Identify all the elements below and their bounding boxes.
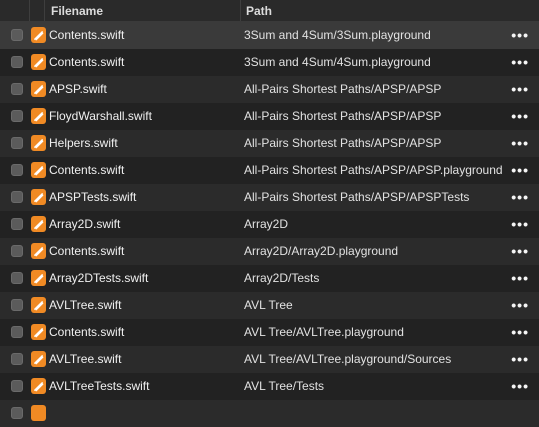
table-row[interactable]: Helpers.swift All-Pairs Shortest Paths/AP…	[0, 130, 539, 157]
row-checkbox[interactable]	[11, 56, 23, 68]
filename-cell: Contents.swift	[49, 325, 125, 339]
path-cell: Array2D/Tests	[244, 271, 320, 285]
table-row[interactable]: APSP.swift All-Pairs Shortest Paths/APSP/…	[0, 76, 539, 103]
table-header: Filename Path	[0, 0, 539, 22]
row-checkbox[interactable]	[11, 407, 23, 419]
table-row[interactable]: Contents.swift All-Pairs Shortest Paths/A…	[0, 157, 539, 184]
row-checkbox[interactable]	[11, 137, 23, 149]
table-row[interactable]: Contents.swift AVL Tree/AVLTree.playgroun…	[0, 319, 539, 346]
row-checkbox[interactable]	[11, 83, 23, 95]
table-row[interactable]: Contents.swift Array2D/Array2D.playground…	[0, 238, 539, 265]
row-checkbox[interactable]	[11, 299, 23, 311]
path-cell: 3Sum and 4Sum/3Sum.playground	[244, 28, 431, 42]
table-row[interactable]: AVLTreeTests.swift AVL Tree/Tests •••	[0, 373, 539, 400]
filename-cell: FloydWarshall.swift	[49, 109, 152, 123]
row-checkbox[interactable]	[11, 245, 23, 257]
more-options-icon[interactable]: •••	[511, 211, 529, 238]
more-options-icon[interactable]: •••	[511, 373, 529, 400]
column-header-path[interactable]: Path	[246, 4, 272, 18]
column-divider[interactable]	[29, 0, 30, 21]
table-row[interactable]: Array2D.swift Array2D •••	[0, 211, 539, 238]
row-checkbox[interactable]	[11, 326, 23, 338]
swift-file-icon	[31, 378, 46, 394]
row-checkbox[interactable]	[11, 191, 23, 203]
more-options-icon[interactable]: •••	[511, 184, 529, 211]
filename-cell: APSP.swift	[49, 82, 107, 96]
filename-cell: Array2DTests.swift	[49, 271, 149, 285]
filename-cell: AVLTree.swift	[49, 352, 122, 366]
table-row[interactable]: Contents.swift 3Sum and 4Sum/3Sum.playgro…	[0, 22, 539, 49]
more-options-icon[interactable]: •••	[511, 319, 529, 346]
filename-cell: APSPTests.swift	[49, 190, 137, 204]
more-options-icon[interactable]: •••	[511, 346, 529, 373]
path-cell: AVL Tree/Tests	[244, 379, 325, 393]
filename-cell: Contents.swift	[49, 55, 125, 69]
table-row[interactable]: Array2DTests.swift Array2D/Tests •••	[0, 265, 539, 292]
path-cell: AVL Tree	[244, 298, 293, 312]
swift-file-icon	[31, 324, 46, 340]
table-row[interactable]: APSPTests.swift All-Pairs Shortest Paths/…	[0, 184, 539, 211]
swift-file-icon	[31, 405, 46, 421]
filename-cell: AVLTree.swift	[49, 298, 122, 312]
more-options-icon[interactable]: •••	[511, 130, 529, 157]
path-cell: AVL Tree/AVLTree.playground	[244, 325, 404, 339]
swift-file-icon	[31, 270, 46, 286]
filename-cell: AVLTreeTests.swift	[49, 379, 150, 393]
table-row[interactable]: FloydWarshall.swift All-Pairs Shortest Pa…	[0, 103, 539, 130]
filename-cell: Contents.swift	[49, 163, 125, 177]
table-row[interactable]: AVLTree.swift AVL Tree/AVLTree.playground…	[0, 346, 539, 373]
path-cell: Array2D/Array2D.playground	[244, 244, 399, 258]
path-cell: AVL Tree/AVLTree.playground/Sources	[244, 352, 452, 366]
table-row[interactable]: Contents.swift 3Sum and 4Sum/4Sum.playgro…	[0, 49, 539, 76]
path-cell: All-Pairs Shortest Paths/APSP/APSP	[244, 136, 442, 150]
path-cell: All-Pairs Shortest Paths/APSP/APSP	[244, 82, 442, 96]
more-options-icon[interactable]: •••	[511, 103, 529, 130]
path-cell: Array2D	[244, 217, 289, 231]
swift-file-icon	[31, 27, 46, 43]
column-header-filename[interactable]: Filename	[51, 4, 103, 18]
more-options-icon[interactable]: •••	[511, 76, 529, 103]
path-cell: All-Pairs Shortest Paths/APSP/APSP.playg…	[244, 163, 503, 177]
more-options-icon[interactable]: •••	[511, 22, 529, 49]
swift-file-icon	[31, 297, 46, 313]
row-checkbox[interactable]	[11, 110, 23, 122]
more-options-icon[interactable]: •••	[511, 157, 529, 184]
filename-cell: Array2D.swift	[49, 217, 121, 231]
column-divider[interactable]	[240, 0, 241, 21]
row-checkbox[interactable]	[11, 353, 23, 365]
row-checkbox[interactable]	[11, 272, 23, 284]
table-row[interactable]: AVLTree.swift AVL Tree •••	[0, 292, 539, 319]
swift-file-icon	[31, 135, 46, 151]
more-options-icon[interactable]: •••	[511, 265, 529, 292]
more-options-icon[interactable]: •••	[511, 238, 529, 265]
path-cell: 3Sum and 4Sum/4Sum.playground	[244, 55, 431, 69]
row-checkbox[interactable]	[11, 29, 23, 41]
swift-file-icon	[31, 54, 46, 70]
swift-file-icon	[31, 162, 46, 178]
filename-cell: Contents.swift	[49, 244, 125, 258]
row-checkbox[interactable]	[11, 218, 23, 230]
filename-cell: Helpers.swift	[49, 136, 118, 150]
row-checkbox[interactable]	[11, 380, 23, 392]
swift-file-icon	[31, 243, 46, 259]
swift-file-icon	[31, 108, 46, 124]
path-cell: All-Pairs Shortest Paths/APSP/APSPTests	[244, 190, 470, 204]
file-list: Contents.swift 3Sum and 4Sum/3Sum.playgro…	[0, 22, 539, 427]
row-checkbox[interactable]	[11, 164, 23, 176]
path-cell: All-Pairs Shortest Paths/APSP/APSP	[244, 109, 442, 123]
filename-cell: Contents.swift	[49, 28, 125, 42]
swift-file-icon	[31, 189, 46, 205]
swift-file-icon	[31, 81, 46, 97]
table-row[interactable]	[0, 400, 539, 427]
more-options-icon[interactable]: •••	[511, 292, 529, 319]
more-options-icon[interactable]: •••	[511, 49, 529, 76]
swift-file-icon	[31, 216, 46, 232]
column-divider[interactable]	[44, 0, 45, 21]
swift-file-icon	[31, 351, 46, 367]
